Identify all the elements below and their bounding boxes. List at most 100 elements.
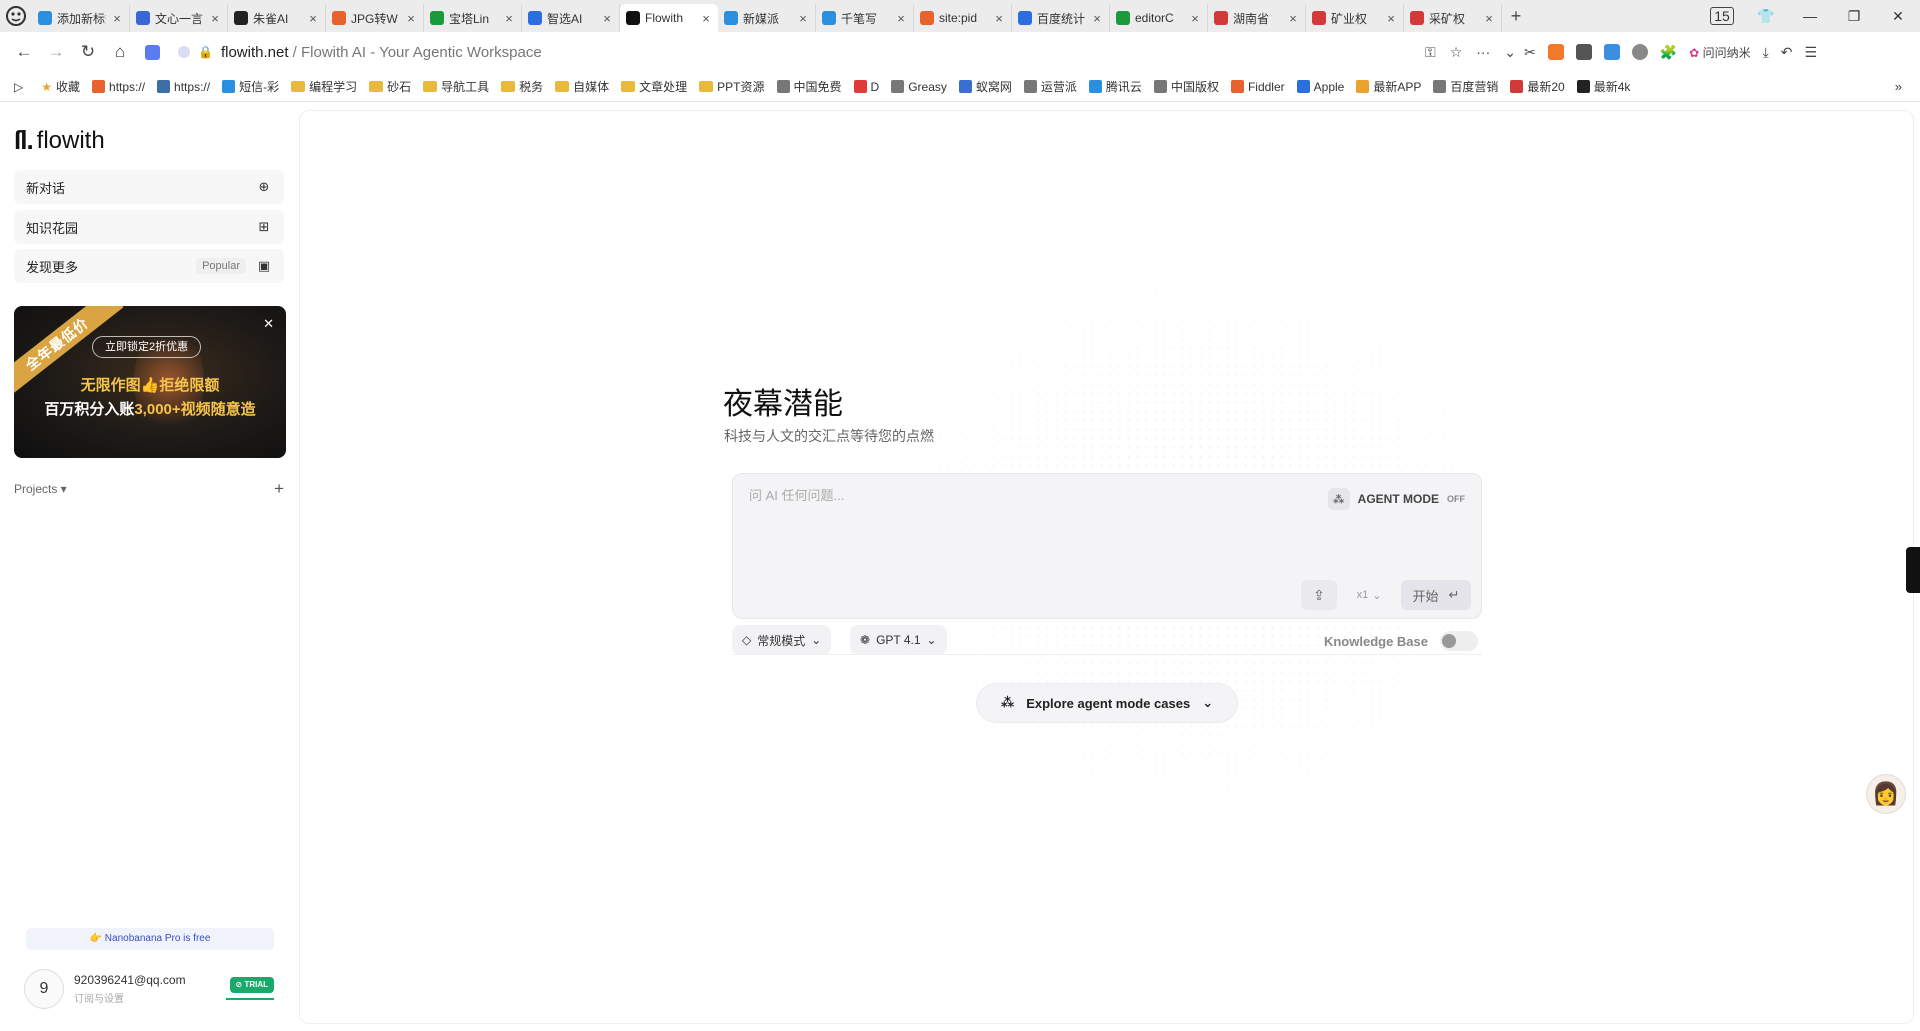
puzzle-icon[interactable]: 🧩 <box>1660 44 1677 61</box>
promo-close-icon[interactable]: ✕ <box>263 316 274 332</box>
tab-close-icon[interactable]: × <box>405 11 417 26</box>
bookmark-item[interactable]: 自媒体 <box>555 78 609 95</box>
undo-icon[interactable]: ↶ <box>1781 44 1793 61</box>
sidebar-toggle-icon[interactable]: ▷ <box>14 80 23 94</box>
bookmark-item[interactable]: Fiddler <box>1230 80 1285 94</box>
forward-icon[interactable]: → <box>40 36 72 68</box>
subscription-settings-link[interactable]: 订阅与设置 <box>74 990 124 1005</box>
tab-close-icon[interactable]: × <box>1483 11 1495 26</box>
scissors-icon[interactable]: ✂ <box>1524 44 1536 61</box>
assistant-avatar-button[interactable]: 👩 <box>1866 774 1906 814</box>
promo-banner[interactable]: 全年最低价 ✕ 立即锁定2折优惠 无限作图👍拒绝限额 百万积分入账3,000+视… <box>14 306 286 458</box>
address-bar[interactable]: 🔒 flowith.net / Flowith AI - Your Agenti… <box>178 38 1516 66</box>
bookmark-item[interactable]: 税务 <box>501 78 543 95</box>
bookmark-item[interactable]: https:// <box>92 80 145 94</box>
promo-pill[interactable]: 立即锁定2折优惠 <box>92 336 202 358</box>
avatar[interactable]: 9 <box>24 969 64 1009</box>
bookmark-item[interactable]: 中国版权 <box>1153 78 1219 95</box>
bookmark-item[interactable]: 编程学习 <box>291 78 357 95</box>
extension-image-icon[interactable] <box>1603 44 1620 60</box>
tab-close-icon[interactable]: × <box>209 11 221 26</box>
more-icon[interactable]: ··· <box>1476 44 1490 60</box>
tab-close-icon[interactable]: × <box>1189 11 1201 26</box>
bookmark-item[interactable]: https:// <box>157 80 210 94</box>
download-icon[interactable]: ⤓ <box>1763 44 1769 61</box>
explore-agent-cases-button[interactable]: ⁂ Explore agent mode cases ⌄ <box>976 683 1238 723</box>
bookmark-star-icon[interactable]: ☆ <box>1450 44 1463 61</box>
sidebar-item-new-chat[interactable]: 新对话 ⊕ <box>14 170 284 204</box>
bookmark-item[interactable]: 腾讯云 <box>1088 78 1142 95</box>
bookmark-item[interactable]: Apple <box>1296 80 1344 94</box>
home-icon[interactable]: ⌂ <box>104 36 136 68</box>
knowledge-base-switch[interactable] <box>1440 631 1478 651</box>
bookmark-item[interactable]: 短信-彩 <box>222 78 279 95</box>
reload-icon[interactable]: ↻ <box>72 36 104 68</box>
tab-count-button[interactable]: 15 <box>1700 7 1744 25</box>
tab-close-icon[interactable]: × <box>307 11 319 26</box>
menu-icon[interactable]: ☰ <box>1805 44 1818 61</box>
browser-tab[interactable]: editorC × <box>1110 4 1208 32</box>
sidebar-item-discover[interactable]: 发现更多 Popular ▣ <box>14 249 284 283</box>
bookmarks-overflow-icon[interactable]: » <box>1895 79 1902 94</box>
tab-close-icon[interactable]: × <box>700 11 712 26</box>
mode-select[interactable]: ◇ 常规模式 ⌄ <box>732 625 832 655</box>
bookmark-item[interactable]: 最新APP <box>1356 78 1421 95</box>
key-icon[interactable]: ⚿ <box>1425 44 1436 61</box>
brand-logo[interactable]: ſl. flowith <box>14 125 105 156</box>
nanobanana-notice[interactable]: 👉 Nanobanana Pro is free <box>26 928 274 950</box>
bookmark-item[interactable]: 蚁窝网 <box>958 78 1012 95</box>
agent-mode-toggle[interactable]: ⁂ AGENT MODE OFF <box>1327 488 1465 510</box>
bookmark-item[interactable]: D <box>853 80 879 94</box>
start-button[interactable]: 开始 ↵ <box>1401 580 1471 610</box>
browser-tab[interactable]: 智选AI × <box>522 4 620 32</box>
browser-tab[interactable]: JPG转W × <box>326 4 424 32</box>
tab-close-icon[interactable]: × <box>993 11 1005 26</box>
user-account[interactable]: 9 920396241@qq.com 订阅与设置 ⊘ TRIAL <box>24 968 276 1012</box>
bookmark-item[interactable]: 砂石 <box>369 78 411 95</box>
bookmark-item[interactable]: 导航工具 <box>423 78 489 95</box>
extension-window-icon[interactable] <box>1575 44 1592 60</box>
back-icon[interactable]: ← <box>8 36 40 68</box>
browser-tab[interactable]: 千笔写 × <box>816 4 914 32</box>
bookmark-item[interactable]: ★ 收藏 <box>41 78 80 95</box>
tab-close-icon[interactable]: × <box>503 11 515 26</box>
upload-button[interactable]: ⇪ <box>1301 580 1337 610</box>
output-count-select[interactable]: x1 ⌄ <box>1347 580 1391 610</box>
browser-tab[interactable]: 朱雀AI × <box>228 4 326 32</box>
bookmark-item[interactable]: 中国免费 <box>776 78 842 95</box>
shirt-icon[interactable]: 👕 <box>1744 8 1788 25</box>
knowledge-base-toggle[interactable]: Knowledge Base <box>1324 631 1478 651</box>
profile-button[interactable]: ✿ 问问纳米 <box>1689 44 1750 61</box>
bookmark-item[interactable]: 运营派 <box>1023 78 1077 95</box>
restore-icon[interactable]: ❐ <box>1832 8 1876 25</box>
prompt-input[interactable] <box>749 488 1309 503</box>
tab-close-icon[interactable]: × <box>895 11 907 26</box>
bookmark-item[interactable]: 百度营销 <box>1433 78 1498 95</box>
site-info-icon[interactable] <box>178 46 190 58</box>
minimize-icon[interactable]: — <box>1788 8 1832 24</box>
browser-tab[interactable]: 添加新标签 × <box>32 4 130 32</box>
sidebar-item-knowledge-garden[interactable]: 知识花园 ⊞ <box>14 210 284 244</box>
tab-close-icon[interactable]: × <box>1091 11 1103 26</box>
bookmark-item[interactable]: 文章处理 <box>621 78 687 95</box>
ai-extension-icon[interactable] <box>136 36 168 68</box>
browser-logo-icon[interactable] <box>0 0 32 32</box>
tab-close-icon[interactable]: × <box>1287 11 1299 26</box>
new-tab-button[interactable]: + <box>1502 2 1530 30</box>
side-feedback-tab[interactable] <box>1906 547 1920 593</box>
browser-tab[interactable]: 文心一言 × <box>130 4 228 32</box>
browser-tab[interactable]: 宝塔Lin × <box>424 4 522 32</box>
browser-tab[interactable]: 矿业权 × <box>1306 4 1404 32</box>
add-project-icon[interactable]: + <box>274 479 284 499</box>
extension-circle-icon[interactable] <box>1631 44 1648 60</box>
tab-close-icon[interactable]: × <box>797 11 809 26</box>
browser-tab[interactable]: 新媒派 × <box>718 4 816 32</box>
chevron-down-icon[interactable]: ⌄ <box>1504 44 1516 61</box>
extension-fox-icon[interactable] <box>1547 44 1564 60</box>
browser-tab[interactable]: Flowith × <box>620 4 718 32</box>
tab-close-icon[interactable]: × <box>1385 11 1397 26</box>
bookmark-item[interactable]: Greasy <box>891 80 947 94</box>
bookmark-item[interactable]: PPT资源 <box>699 78 765 95</box>
model-select[interactable]: ❁ GPT 4.1 ⌄ <box>850 625 947 655</box>
bookmark-item[interactable]: 最新20 <box>1510 78 1565 95</box>
